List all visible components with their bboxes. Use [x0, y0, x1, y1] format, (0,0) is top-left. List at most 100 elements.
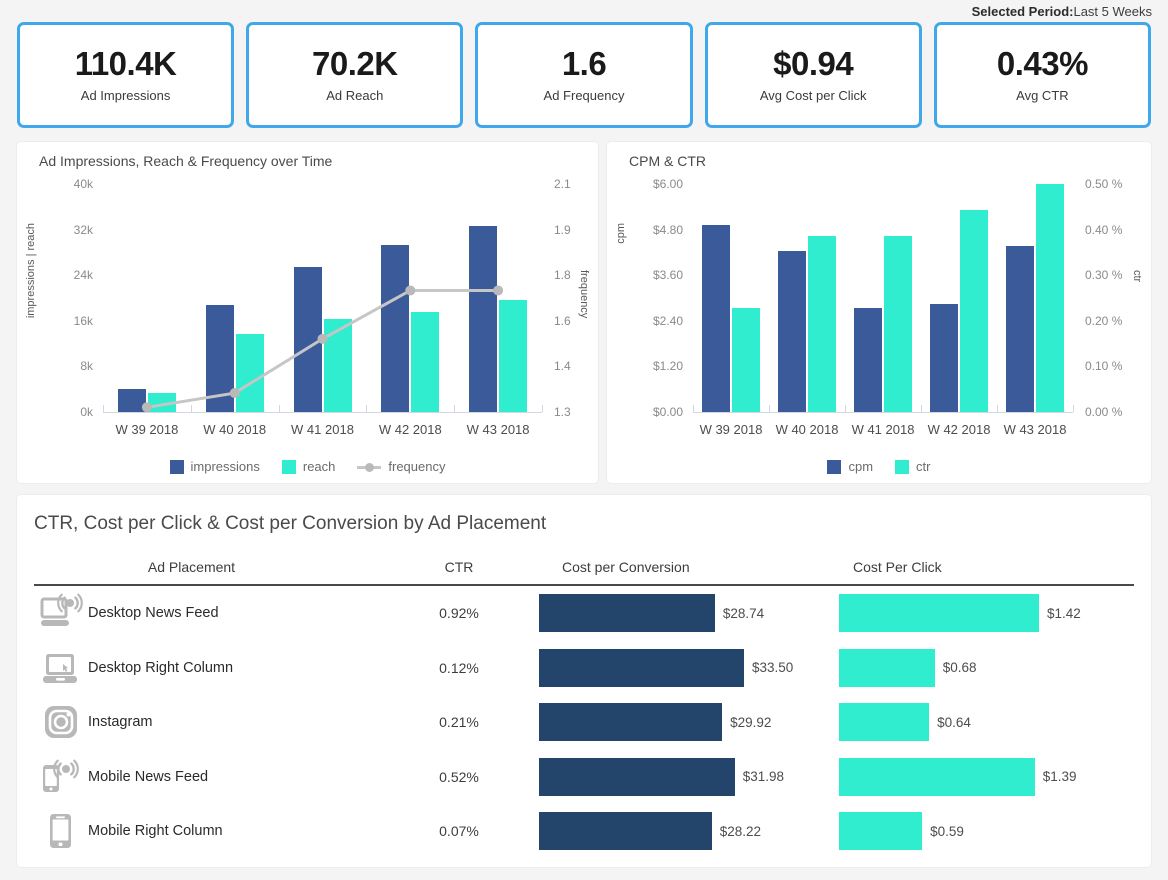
table-row[interactable]: Mobile News Feed 0.52% $31.98 $1.39 [34, 750, 1134, 805]
y-axis-tick: 24k [73, 268, 93, 283]
legend-item[interactable]: cpm [827, 459, 873, 474]
axis-tick-mark [542, 405, 543, 412]
cell-ad-placement: Instagram [34, 700, 379, 744]
x-axis-label: W 40 2018 [775, 422, 839, 437]
x-axis-label: W 40 2018 [203, 422, 267, 437]
cost-per-conversion-value: $28.74 [722, 605, 765, 621]
cost-per-click-value: $0.59 [930, 823, 964, 839]
cell-ad-placement: Desktop News Feed [34, 591, 379, 635]
axis-tick-mark [921, 405, 922, 412]
legend-swatch-icon [169, 459, 184, 474]
cell-ctr: 0.92% [439, 605, 479, 622]
x-axis-label: W 43 2018 [466, 422, 530, 437]
table-row[interactable]: Desktop News Feed 0.92% $28.74 $1.42 [34, 586, 1134, 641]
y2-axis-tick: 0.40 % [1085, 222, 1123, 237]
y2-axis-title: ctr [1131, 270, 1143, 283]
kpi-card[interactable]: 0.43% Avg CTR [933, 22, 1152, 128]
axis-tick-mark [769, 405, 770, 412]
y2-axis-tick: 1.4 [554, 359, 571, 374]
x-axis-label: W 39 2018 [699, 422, 763, 437]
legend-line-marker-icon [357, 460, 382, 474]
mobile-icon [50, 814, 71, 849]
kpi-card[interactable]: $0.94 Avg Cost per Click [704, 22, 922, 128]
cost-per-click-bar [839, 594, 1039, 633]
chart-bar [854, 307, 882, 412]
legend-item[interactable]: impressions [169, 459, 260, 474]
chart-title: CPM & CTR [629, 153, 706, 169]
selected-period-label: Selected Period: [971, 3, 1074, 19]
y-axis-tick: $3.60 [652, 268, 683, 283]
chart-bar [778, 250, 806, 412]
y2-axis-tick: 1.8 [554, 268, 571, 283]
cell-cost-per-conversion: $28.74 [539, 594, 839, 633]
y2-axis-title: frequency [578, 270, 590, 319]
instagram-icon [45, 706, 77, 739]
kpi-value: $0.94 [773, 44, 854, 82]
legend-item[interactable]: frequency [357, 459, 445, 474]
selected-period: Selected Period: Last 5 Weeks [0, 0, 1168, 22]
plot-area [693, 184, 1074, 413]
table-row[interactable]: Mobile Right Column 0.07% $28.22 $0.59 [34, 804, 1134, 859]
axis-tick-mark [1073, 405, 1074, 412]
x-axis-label: W 39 2018 [115, 422, 179, 437]
y2-axis-tick: 0.50 % [1085, 177, 1123, 191]
cost-per-click-value: $1.42 [1047, 605, 1081, 621]
y2-axis-tick: 0.00 % [1085, 405, 1123, 419]
legend-label: frequency [388, 459, 446, 474]
cell-cost-per-conversion: $29.92 [539, 703, 839, 742]
cost-per-conversion-bar [539, 757, 735, 796]
chart-bar [960, 210, 988, 412]
cell-cost-per-click: $0.68 [839, 648, 1134, 687]
chart-bar [884, 236, 912, 412]
placement-name: Mobile Right Column [88, 823, 223, 840]
table-body: Desktop News Feed 0.92% $28.74 $1.42 Desktop… [34, 586, 1134, 859]
placement-icon-wrap [34, 700, 88, 744]
cell-ad-placement: Desktop Right Column [34, 646, 379, 690]
placement-table-card: CTR, Cost per Click & Cost per Conversio… [17, 495, 1151, 867]
placement-icon-wrap [34, 755, 88, 799]
cell-ad-placement: Mobile News Feed [34, 755, 379, 799]
axis-tick-mark [845, 405, 846, 412]
chart-bar [1006, 245, 1034, 412]
cost-per-click-bar [839, 757, 1035, 796]
chart-bar [702, 225, 730, 412]
frequency-line-series [141, 285, 504, 413]
chart-card-cpm-ctr: CPM & CTR cpm ctr $0.00 $1.20 $2.40 $3.60 $4.8… [607, 142, 1151, 483]
x-axis-labels: W 39 2018 W 40 2018 W 41 2018 W 42 2018 W 43… [103, 422, 542, 437]
selected-period-value[interactable]: Last 5 Weeks [1073, 4, 1152, 19]
cell-cost-per-conversion: $31.98 [539, 757, 839, 796]
cell-ctr: 0.21% [439, 714, 479, 731]
cost-per-conversion-value: $29.92 [730, 714, 772, 730]
y2-axis-tick: 0.30 % [1085, 268, 1123, 283]
legend-label: cpm [848, 459, 874, 474]
legend-item[interactable]: reach [281, 459, 335, 474]
table-row[interactable]: Desktop Right Column 0.12% $33.50 $0.68 [34, 641, 1134, 696]
cell-ctr: 0.52% [439, 768, 479, 785]
plot-area [103, 185, 543, 413]
cost-per-conversion-value: $33.50 [752, 660, 794, 676]
cell-ctr: 0.07% [439, 823, 479, 840]
cost-per-click-bar [839, 648, 935, 687]
legend-swatch-icon [281, 459, 296, 474]
kpi-label: Avg CTR [1016, 88, 1069, 104]
y-axis-title: cpm [615, 223, 627, 244]
cell-cost-per-click: $1.42 [839, 594, 1134, 633]
legend-item[interactable]: ctr [895, 459, 931, 474]
kpi-card[interactable]: 70.2K Ad Reach [246, 22, 464, 128]
cell-cost-per-conversion: $33.50 [539, 648, 839, 687]
kpi-card[interactable]: 1.6 Ad Frequency [475, 22, 693, 128]
cost-per-conversion-bar [539, 812, 712, 851]
x-axis-label: W 41 2018 [291, 422, 354, 437]
table-row[interactable]: Instagram 0.21% $29.92 $0.64 [34, 695, 1134, 750]
x-axis-labels: W 39 2018 W 40 2018 W 41 2018 W 42 2018 W 43… [693, 422, 1073, 437]
placement-name: Desktop Right Column [88, 659, 234, 676]
placement-icon-wrap [34, 646, 88, 690]
kpi-card[interactable]: 110.4K Ad Impressions [17, 22, 235, 128]
cost-per-click-bar [839, 703, 930, 742]
kpi-label: Avg Cost per Click [759, 88, 867, 104]
kpi-value: 70.2K [312, 44, 398, 82]
cost-per-conversion-bar [539, 594, 715, 633]
cell-ctr: 0.12% [439, 659, 479, 676]
column-header-cost-per-click: Cost Per Click [853, 559, 942, 575]
chart-title: Ad Impressions, Reach & Frequency over T… [39, 153, 333, 169]
